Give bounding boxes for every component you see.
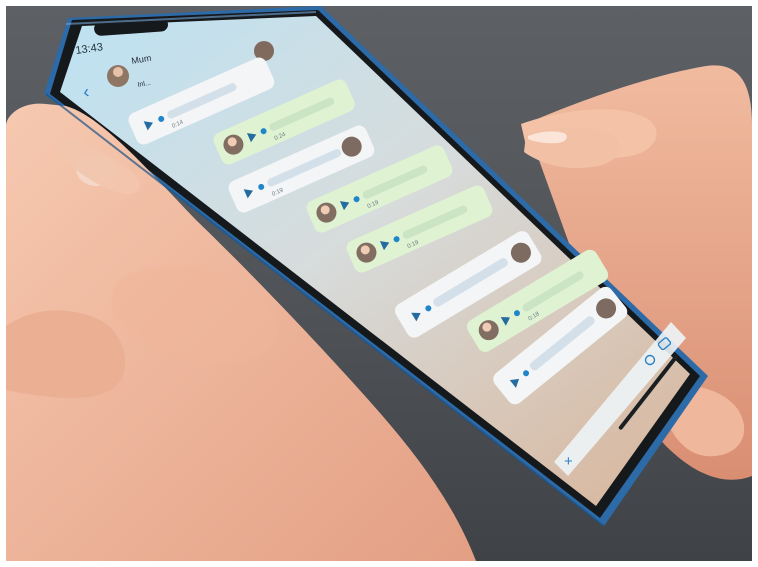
add-icon[interactable]: + bbox=[564, 453, 573, 470]
photo-stage: 13:43 ‹ Mum Inl... 0:14 0:24 0:19 0:19 0… bbox=[6, 6, 752, 561]
right-thumb bbox=[524, 127, 620, 169]
phone-in-hands-photo: 13:43 ‹ Mum Inl... 0:14 0:24 0:19 0:19 0… bbox=[6, 6, 752, 561]
